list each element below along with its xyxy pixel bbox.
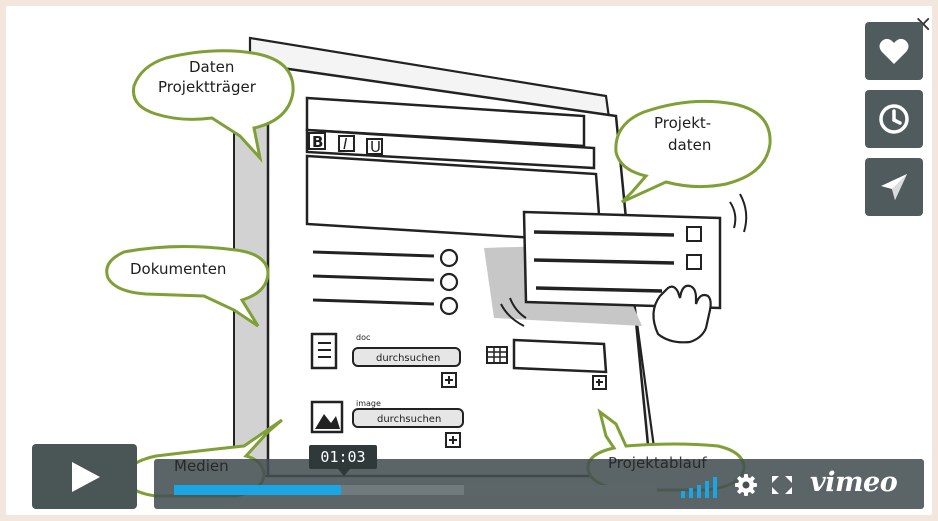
settings-gear-icon[interactable] (734, 473, 758, 497)
radio-circle (439, 296, 459, 316)
play-icon (71, 461, 100, 492)
vimeo-logo[interactable]: vimeo (810, 467, 898, 498)
heart-icon (879, 38, 909, 64)
doc-browse-label: durchsuchen (376, 353, 440, 364)
video-frame: B I U doc durchsuchen image durchsuchen (6, 6, 932, 515)
bubble-projekt-line2: daten (668, 136, 711, 154)
bubble-dokumenten (105, 244, 270, 328)
image-label: image (356, 399, 381, 408)
share-button[interactable] (865, 158, 923, 216)
progress-played (174, 485, 341, 495)
bubble-daten-line2: Projektträger (158, 78, 257, 96)
progress-bar[interactable] (174, 485, 657, 495)
video-illustration: B I U doc durchsuchen image durchsuchen (105, 36, 772, 498)
underline-button-label: U (370, 138, 381, 156)
popup-checkbox (686, 254, 702, 270)
radio-circle (439, 248, 459, 268)
volume-icon[interactable] (680, 476, 722, 498)
grid-icon (486, 346, 508, 364)
popup-checkbox (686, 226, 702, 242)
bold-button-label: B (312, 133, 323, 151)
like-button[interactable] (865, 22, 923, 80)
timecode-tooltip: 01:03 (309, 445, 377, 469)
watch-later-button[interactable] (865, 90, 923, 148)
bubble-daten-line1: Daten (189, 58, 234, 76)
image-browse-label: durchsuchen (377, 414, 441, 425)
fullscreen-icon[interactable] (771, 475, 793, 495)
clock-icon (879, 104, 909, 134)
paper-plane-icon (881, 174, 907, 200)
italic-button-label: I (343, 135, 348, 153)
player-control-bar: vimeo (154, 459, 924, 509)
doc-label: doc (356, 333, 370, 342)
bubble-projekt-line1: Projekt- (654, 114, 711, 132)
bubble-dokumenten-text: Dokumenten (130, 260, 226, 278)
radio-circle (439, 272, 459, 292)
play-button[interactable] (32, 444, 137, 509)
schedule-field (512, 338, 608, 374)
timecode-pointer (338, 469, 350, 476)
